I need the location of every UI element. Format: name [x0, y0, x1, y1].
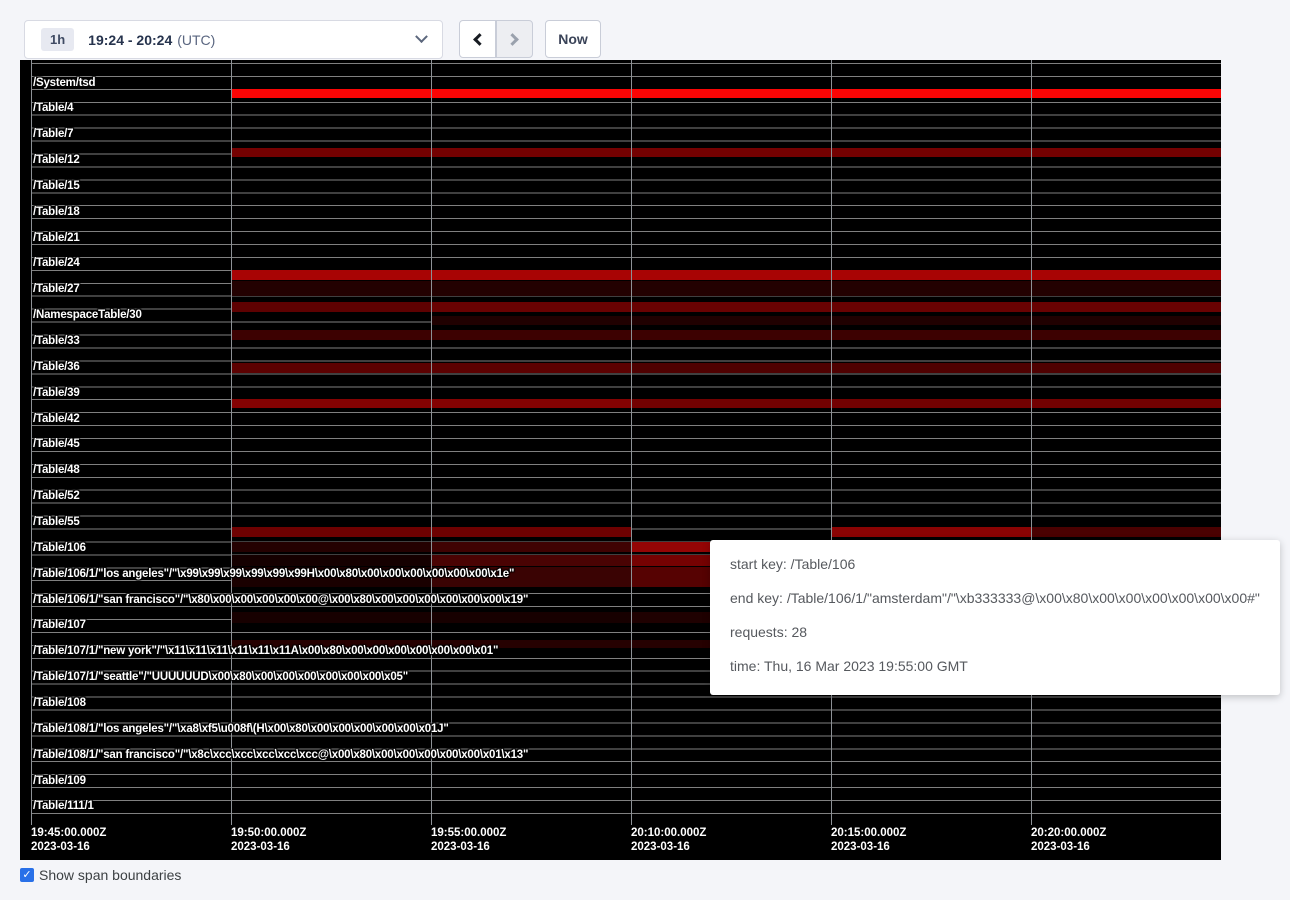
heat-band-segment[interactable] [231, 281, 1221, 296]
time-gridline [631, 60, 632, 825]
x-axis-tick-label: 19:50:00.000Z2023-03-16 [231, 826, 306, 854]
heat-band-segment[interactable] [231, 555, 431, 566]
time-range-picker[interactable]: 1h 19:24 - 20:24 (UTC) [24, 20, 443, 59]
show-span-boundaries-control[interactable]: ✓ Show span boundaries [20, 867, 181, 883]
span-row-label: /Table/106/1/"san francisco"/"\x80\x00\x… [33, 594, 528, 606]
span-row-label: /Table/42 [33, 413, 80, 425]
time-range-text: 19:24 - 20:24 [88, 32, 172, 48]
x-axis-tick-label: 19:45:00.000Z2023-03-16 [31, 826, 106, 854]
span-row-label: /Table/106 [33, 542, 86, 554]
time-nav-group [459, 20, 533, 58]
chevron-down-icon [415, 30, 428, 43]
span-row-label: /Table/55 [33, 516, 80, 528]
toolbar: 1h 19:24 - 20:24 (UTC) Now [0, 0, 1290, 60]
time-gridline [831, 60, 832, 825]
heat-band-segment[interactable] [631, 399, 1221, 408]
tooltip-start-key: start key: /Table/106 [730, 556, 1260, 573]
span-row-label: /Table/27 [33, 283, 80, 295]
heat-band-segment[interactable] [231, 270, 1221, 280]
span-row-label: /Table/109 [33, 775, 86, 787]
heat-band-segment[interactable] [831, 527, 1031, 537]
heat-band-segment[interactable] [231, 148, 1221, 157]
time-gridline [31, 60, 32, 825]
span-row-label: /Table/108 [33, 697, 86, 709]
span-row-label: /Table/21 [33, 232, 80, 244]
heat-band-segment[interactable] [231, 302, 431, 312]
time-gridline [1031, 60, 1032, 825]
time-preset-badge: 1h [41, 28, 74, 51]
span-row-label: /Table/33 [33, 335, 80, 347]
heat-band-segment[interactable] [631, 363, 1221, 373]
span-row-label: /Table/111/1 [33, 800, 94, 812]
heat-band-segment[interactable] [231, 542, 431, 552]
tooltip-requests: requests: 28 [730, 624, 1260, 641]
x-axis-tick-label: 19:55:00.000Z2023-03-16 [431, 826, 506, 854]
span-row-label: /Table/4 [33, 102, 73, 114]
span-row-label: /Table/106/1/"los angeles"/"\x99\x99\x99… [33, 568, 514, 580]
heat-band-segment[interactable] [431, 302, 1221, 312]
show-span-boundaries-checkbox[interactable]: ✓ [20, 868, 34, 882]
now-button[interactable]: Now [545, 20, 601, 58]
heat-band-segment[interactable] [431, 316, 1221, 325]
key-visualizer-heatmap[interactable]: /System/tsd/Table/4/Table/7/Table/12/Tab… [20, 60, 1221, 860]
span-row-label: /Table/39 [33, 387, 80, 399]
span-row-label: /NamespaceTable/30 [33, 309, 142, 321]
span-row-label: /Table/15 [33, 180, 80, 192]
span-row-label: /Table/107/1/"new york"/"\x11\x11\x11\x1… [33, 645, 498, 657]
x-axis-tick-label: 20:10:00.000Z2023-03-16 [631, 826, 706, 854]
next-range-button[interactable] [496, 20, 533, 58]
x-axis-tick-label: 20:20:00.000Z2023-03-16 [1031, 826, 1106, 854]
span-row-label: /System/tsd [33, 77, 95, 89]
span-row-label: /Table/107/1/"seattle"/"UUUUUUD\x00\x80\… [33, 671, 408, 683]
chevron-right-icon [506, 33, 519, 46]
show-span-boundaries-label: Show span boundaries [39, 867, 181, 883]
tooltip-time: time: Thu, 16 Mar 2023 19:55:00 GMT [730, 658, 1260, 675]
timezone-text: (UTC) [177, 32, 215, 48]
span-row-label: /Table/52 [33, 490, 80, 502]
chevron-left-icon [473, 33, 486, 46]
prev-range-button[interactable] [459, 20, 496, 58]
heat-band-segment[interactable] [431, 542, 631, 552]
heat-band-segment[interactable] [431, 555, 631, 566]
span-row-label: /Table/108/1/"san francisco"/"\x8c\xcc\x… [33, 749, 528, 761]
span-row-label: /Table/45 [33, 438, 80, 450]
span-row-label: /Table/107 [33, 619, 86, 631]
tooltip-end-key: end key: /Table/106/1/"amsterdam"/"\xb33… [730, 590, 1260, 607]
span-row-label: /Table/18 [33, 206, 80, 218]
heat-band-segment[interactable] [231, 330, 1221, 340]
span-boundaries-layer [31, 63, 1221, 814]
time-gridline [231, 60, 232, 825]
heat-band-segment[interactable] [1031, 527, 1221, 537]
x-axis-tick-label: 20:15:00.000Z2023-03-16 [831, 826, 906, 854]
span-row-label: /Table/12 [33, 154, 80, 166]
heat-band-segment[interactable] [231, 89, 1221, 98]
span-row-label: /Table/24 [33, 257, 80, 269]
time-gridline [431, 60, 432, 825]
span-row-label: /Table/36 [33, 361, 80, 373]
span-row-label: /Table/7 [33, 128, 73, 140]
span-row-label: /Table/108/1/"los angeles"/"\xa8\xf5\u00… [33, 723, 449, 735]
span-tooltip: start key: /Table/106 end key: /Table/10… [710, 540, 1280, 695]
span-row-label: /Table/48 [33, 464, 80, 476]
